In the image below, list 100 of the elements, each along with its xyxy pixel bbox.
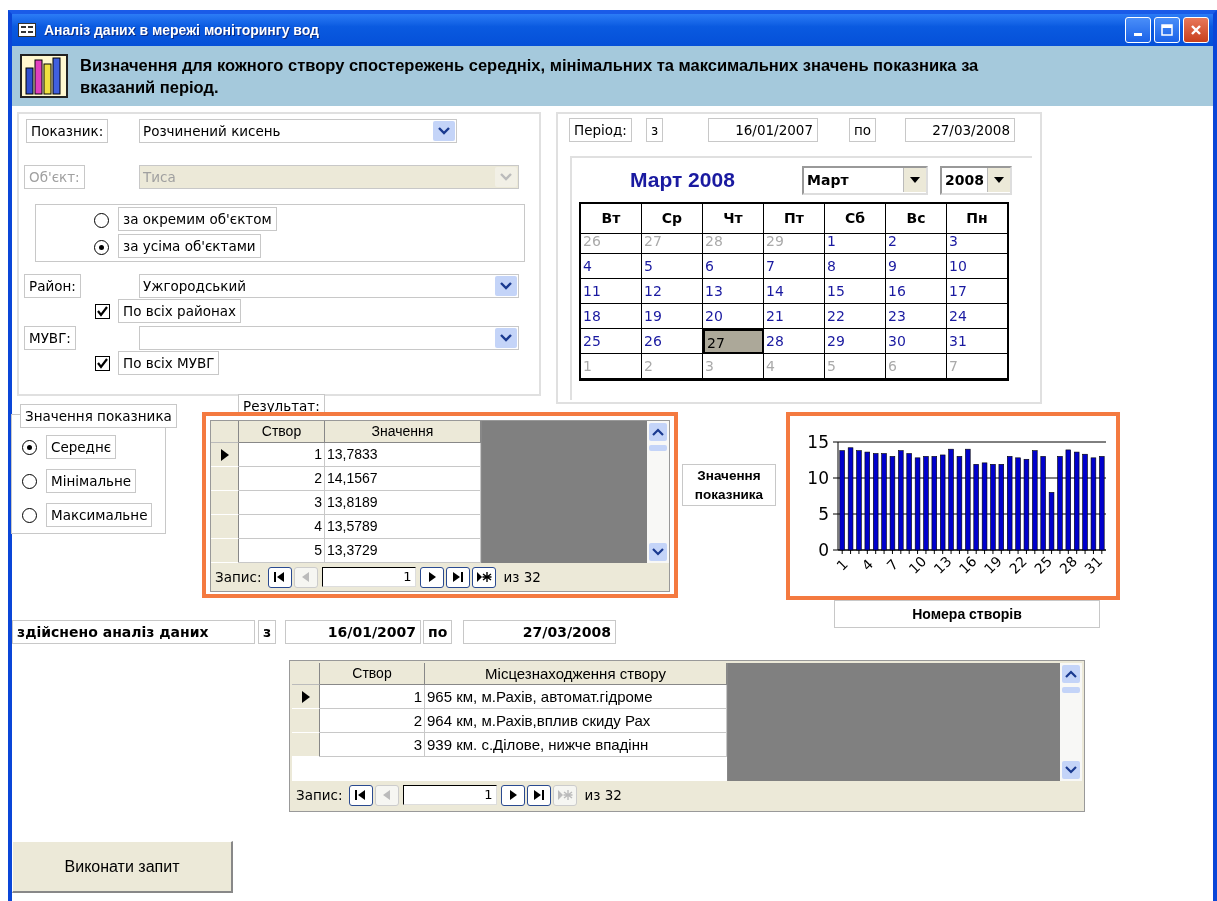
record-number-field[interactable]: 1 xyxy=(321,567,416,587)
table-cell: 2 xyxy=(320,709,425,733)
calendar-day[interactable]: 10 xyxy=(947,254,1008,279)
column-header[interactable]: Створ xyxy=(239,421,325,443)
window-title: Аналіз даних в мережі моніторингу вод xyxy=(44,22,320,38)
first-record-button[interactable] xyxy=(348,784,373,806)
checkbox-label: По всіх МУВГ xyxy=(118,351,220,375)
scroll-thumb[interactable] xyxy=(1062,687,1080,693)
radio-button[interactable] xyxy=(22,508,37,523)
radio-label: Мінімальне xyxy=(46,469,137,493)
to-label: по xyxy=(423,620,453,644)
y-axis-title: Значення показника xyxy=(682,464,776,506)
month-dropdown[interactable]: Март xyxy=(802,165,928,195)
new-record-button[interactable] xyxy=(471,566,496,588)
x-axis-title: Номера створів xyxy=(834,600,1100,628)
calendar-day[interactable]: 28 xyxy=(764,329,825,354)
column-header[interactable]: Значення xyxy=(325,421,481,443)
radio-button[interactable] xyxy=(22,440,37,455)
from-date-field[interactable]: 16/01/2007 xyxy=(708,118,818,142)
to-date-field[interactable]: 27/03/2008 xyxy=(905,118,1015,142)
maximize-button[interactable] xyxy=(1154,17,1180,43)
scroll-up-button[interactable] xyxy=(649,423,667,441)
to-label: по xyxy=(849,118,877,142)
radio-button[interactable] xyxy=(94,213,109,228)
scroll-up-button[interactable] xyxy=(1062,665,1080,683)
table-cell: 13,3729 xyxy=(325,539,481,563)
corner-cell[interactable] xyxy=(292,663,320,685)
last-record-button[interactable] xyxy=(526,784,551,806)
first-record-button[interactable] xyxy=(267,566,292,588)
bar-chart-icon xyxy=(20,54,68,98)
calendar-day[interactable]: 19 xyxy=(642,304,703,329)
year-dropdown[interactable]: 2008 xyxy=(940,165,1012,195)
calendar-day[interactable]: 8 xyxy=(825,254,886,279)
scroll-thumb[interactable] xyxy=(649,445,667,451)
calendar-day[interactable]: 25 xyxy=(581,329,642,354)
table-cell: 3 xyxy=(320,733,425,757)
calendar-day[interactable]: 9 xyxy=(886,254,947,279)
calendar-day[interactable]: 14 xyxy=(764,279,825,304)
to-date: 27/03/2008 xyxy=(463,620,616,644)
district-dropdown[interactable]: Ужгородський xyxy=(139,274,519,298)
from-date: 16/01/2007 xyxy=(285,620,421,644)
calendar-day[interactable]: 17 xyxy=(947,279,1008,304)
weekday-header: Сб xyxy=(825,204,886,234)
calendar-day[interactable]: 24 xyxy=(947,304,1008,329)
down-chevron-icon xyxy=(1065,766,1077,775)
table-cell: 13,7833 xyxy=(325,443,481,467)
calendar-day[interactable]: 15 xyxy=(825,279,886,304)
checkbox[interactable] xyxy=(95,356,110,371)
calendar-day[interactable]: 30 xyxy=(886,329,947,354)
calendar-day[interactable]: 11 xyxy=(581,279,642,304)
next-record-button[interactable] xyxy=(419,566,444,588)
calendar-day[interactable]: 5 xyxy=(642,254,703,279)
table-cell: 5 xyxy=(239,539,325,563)
last-record-button[interactable] xyxy=(445,566,470,588)
indicator-dropdown[interactable]: Розчинений кисень xyxy=(139,119,457,143)
next-record-button[interactable] xyxy=(500,784,525,806)
scroll-down-button[interactable] xyxy=(649,543,667,561)
y-tick-label: 0 xyxy=(818,540,829,560)
run-query-button[interactable]: Виконати запит xyxy=(12,841,233,893)
calendar-day[interactable]: 16 xyxy=(886,279,947,304)
table-cell: 2 xyxy=(239,467,325,491)
record-number-field[interactable]: 1 xyxy=(402,785,497,806)
x-tick-label: 31 xyxy=(1081,552,1106,577)
object-label: Об'єкт: xyxy=(24,165,85,189)
checkbox[interactable] xyxy=(95,304,110,319)
calendar-day[interactable]: 3 xyxy=(947,229,1008,254)
row-selector[interactable] xyxy=(211,443,239,467)
calendar-day[interactable]: 29 xyxy=(825,329,886,354)
calendar-day[interactable]: 18 xyxy=(581,304,642,329)
table-cell: 965 км, м.Рахів, автомат.гідроме xyxy=(425,685,727,709)
column-header[interactable]: Місцезнаходження створу xyxy=(425,663,727,685)
calendar-day[interactable]: 12 xyxy=(642,279,703,304)
corner-cell[interactable] xyxy=(211,421,239,443)
radio-button[interactable] xyxy=(22,474,37,489)
calendar-day[interactable]: 22 xyxy=(825,304,886,329)
calendar-day[interactable]: 21 xyxy=(764,304,825,329)
maximize-icon xyxy=(1160,23,1174,37)
calendar-day[interactable]: 13 xyxy=(703,279,764,304)
calendar-day[interactable]: 4 xyxy=(581,254,642,279)
calendar-day[interactable]: 1 xyxy=(825,229,886,254)
calendar-day[interactable]: 31 xyxy=(947,329,1008,354)
scroll-down-button[interactable] xyxy=(1062,761,1080,780)
radio-button[interactable] xyxy=(94,240,109,255)
column-header[interactable]: Створ xyxy=(320,663,425,685)
scrollbar[interactable] xyxy=(1060,663,1082,782)
calendar-day[interactable]: 23 xyxy=(886,304,947,329)
row-selector[interactable] xyxy=(292,685,320,709)
calendar-day[interactable]: 27 xyxy=(703,329,764,354)
minimize-button[interactable] xyxy=(1125,17,1151,43)
table-cell: 3 xyxy=(239,491,325,515)
x-tick-label: 1 xyxy=(833,556,851,574)
scrollbar[interactable] xyxy=(647,421,669,563)
x-tick-label: 22 xyxy=(1006,552,1030,577)
calendar-day[interactable]: 2 xyxy=(886,229,947,254)
weekday-header: Пт xyxy=(764,204,825,234)
table-cell: 13,5789 xyxy=(325,515,481,539)
close-button[interactable] xyxy=(1183,17,1209,43)
weekday-header: Чт xyxy=(703,204,764,234)
calendar-day[interactable]: 6 xyxy=(703,254,764,279)
calendar-day[interactable]: 7 xyxy=(764,254,825,279)
